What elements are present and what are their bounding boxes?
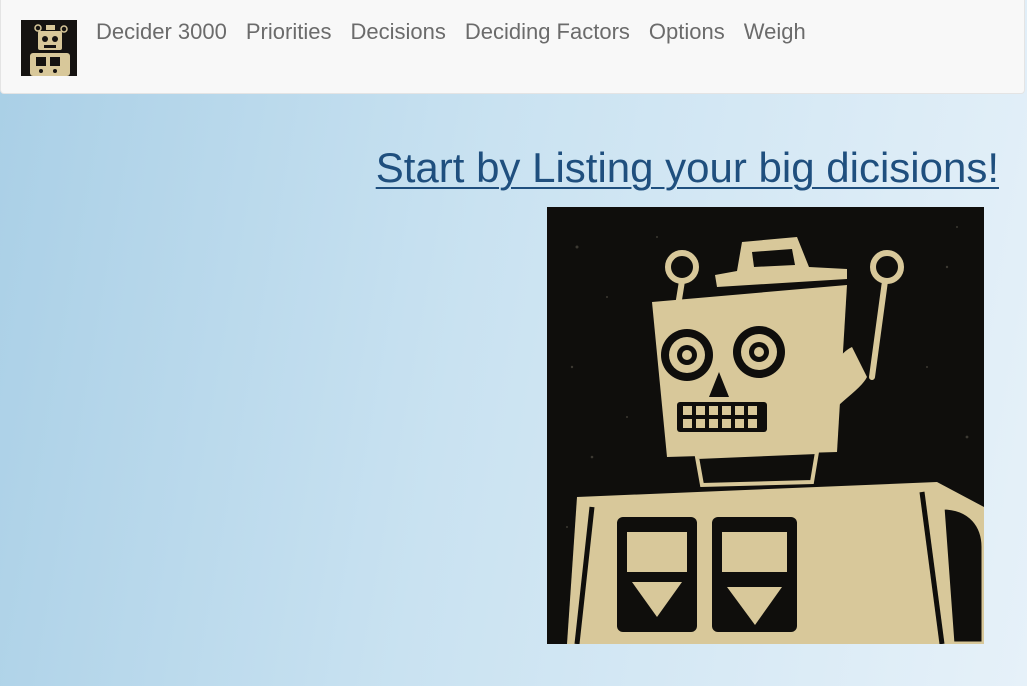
nav-menu: Decider 3000 Priorities Decisions Decidi… [96, 18, 825, 46]
nav-item-priorities[interactable]: Priorities [246, 18, 332, 46]
nav-item-deciding-factors[interactable]: Deciding Factors [465, 18, 630, 46]
nav-item-weigh[interactable]: Weigh [744, 18, 806, 46]
robot-illustration [547, 207, 984, 644]
nav-item-options[interactable]: Options [649, 18, 725, 46]
start-listing-link[interactable]: Start by Listing your big dicisions! [376, 144, 999, 192]
nav-item-decisions[interactable]: Decisions [350, 18, 445, 46]
nav-brand-decider-3000[interactable]: Decider 3000 [96, 18, 227, 46]
robot-icon[interactable] [21, 20, 77, 76]
navbar: Decider 3000 Priorities Decisions Decidi… [0, 0, 1025, 94]
